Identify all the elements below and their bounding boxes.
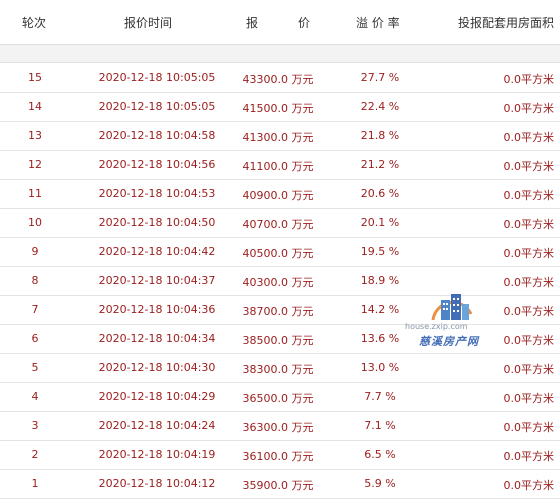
cell-price: 40900.0 万元 (242, 189, 314, 202)
cell-bid-time: 2020-12-18 10:04:19 (98, 448, 216, 461)
cell-premium-rate: 7.1 % (364, 419, 396, 432)
cell-bid-time: 2020-12-18 10:04:50 (98, 216, 216, 229)
cell-price: 38500.0 万元 (242, 334, 314, 347)
header-price-right: 价 (298, 16, 311, 30)
watermark-url: house.zxip.com (405, 322, 468, 331)
cell-premium-rate: 27.7 % (360, 71, 400, 84)
cell-supporting-area: 0.0平方米 (503, 450, 555, 463)
table-row: 13 2020-12-18 10:04:58 41300.0 万元 21.8 % 0.0… (0, 121, 560, 151)
table-row: 9 2020-12-18 10:04:42 40500.0 万元 19.5 % 0.0平… (0, 237, 560, 267)
cell-supporting-area: 0.0平方米 (503, 363, 555, 376)
cell-price: 38700.0 万元 (242, 305, 314, 318)
cell-price: 41500.0 万元 (242, 102, 314, 115)
cell-premium-rate: 21.8 % (360, 129, 400, 142)
cell-round: 11 (28, 187, 42, 200)
cell-bid-time: 2020-12-18 10:04:29 (98, 390, 216, 403)
cell-premium-rate: 20.1 % (360, 216, 400, 229)
building-logo-icon (431, 294, 473, 321)
table-row: 15 2020-12-18 10:05:05 43300.0 万元 27.7 % 0.0… (0, 63, 560, 93)
cell-price: 40500.0 万元 (242, 247, 314, 260)
cell-bid-time: 2020-12-18 10:05:05 (98, 71, 216, 84)
cell-round: 14 (28, 100, 42, 113)
table-row: 3 2020-12-18 10:04:24 36300.0 万元 7.1 % 0.0平方… (0, 411, 560, 441)
table-row: 2 2020-12-18 10:04:19 36100.0 万元 6.5 % 0.0平方… (0, 440, 560, 470)
table-row: 10 2020-12-18 10:04:50 40700.0 万元 20.1 % 0.0… (0, 208, 560, 238)
cell-bid-time: 2020-12-18 10:04:36 (98, 303, 216, 316)
cell-bid-time: 2020-12-18 10:04:30 (98, 361, 216, 374)
cell-supporting-area: 0.0平方米 (503, 160, 555, 173)
cell-supporting-area: 0.0平方米 (503, 421, 555, 434)
table-row: 4 2020-12-18 10:04:29 36500.0 万元 7.7 % 0.0平方… (0, 382, 560, 412)
cell-supporting-area: 0.0平方米 (503, 131, 555, 144)
cell-price: 40300.0 万元 (242, 276, 314, 289)
cell-premium-rate: 18.9 % (360, 274, 400, 287)
cell-premium-rate: 20.6 % (360, 187, 400, 200)
cell-round: 2 (31, 448, 39, 461)
table-row: 12 2020-12-18 10:04:56 41100.0 万元 21.2 % 0.0… (0, 150, 560, 180)
header-price-left: 报 (246, 16, 259, 30)
cell-supporting-area: 0.0平方米 (503, 479, 555, 492)
header-bid-time: 报价时间 (124, 16, 173, 30)
cell-supporting-area: 0.0平方米 (503, 189, 555, 202)
cell-round: 12 (28, 158, 42, 171)
cell-supporting-area: 0.0平方米 (503, 392, 555, 405)
cell-premium-rate: 22.4 % (360, 100, 400, 113)
cell-price: 38300.0 万元 (242, 363, 314, 376)
header-spacer-band (0, 45, 560, 63)
cell-round: 7 (31, 303, 39, 316)
cell-round: 9 (31, 245, 39, 258)
cell-supporting-area: 0.0平方米 (503, 247, 555, 260)
bid-table-header: 轮次 报价时间 报 价 溢 价 率 投报配套用房面积 (0, 0, 560, 44)
cell-bid-time: 2020-12-18 10:04:12 (98, 477, 216, 490)
cell-premium-rate: 19.5 % (360, 245, 400, 258)
cell-premium-rate: 13.0 % (360, 361, 400, 374)
cell-bid-time: 2020-12-18 10:04:24 (98, 419, 216, 432)
table-row: 1 2020-12-18 10:04:12 35900.0 万元 5.9 % 0.0平方… (0, 469, 560, 499)
watermark-site-name: 慈溪房产网 (419, 335, 479, 348)
cell-bid-time: 2020-12-18 10:04:37 (98, 274, 216, 287)
site-watermark: house.zxip.com 慈溪房产网 (405, 290, 495, 360)
cell-premium-rate: 5.9 % (364, 477, 396, 490)
header-supporting-area: 投报配套用房面积 (458, 16, 555, 30)
cell-round: 15 (28, 71, 42, 84)
cell-supporting-area: 0.0平方米 (503, 218, 555, 231)
cell-supporting-area: 0.0平方米 (503, 102, 555, 115)
cell-round: 13 (28, 129, 42, 142)
table-row: 11 2020-12-18 10:04:53 40900.0 万元 20.6 % 0.0… (0, 179, 560, 209)
cell-round: 1 (31, 477, 39, 490)
cell-bid-time: 2020-12-18 10:04:34 (98, 332, 216, 345)
cell-premium-rate: 21.2 % (360, 158, 400, 171)
cell-bid-time: 2020-12-18 10:04:56 (98, 158, 216, 171)
cell-supporting-area: 0.0平方米 (503, 73, 555, 86)
cell-round: 6 (31, 332, 39, 345)
cell-price: 43300.0 万元 (242, 73, 314, 86)
cell-round: 5 (31, 361, 39, 374)
cell-price: 35900.0 万元 (242, 479, 314, 492)
cell-round: 8 (31, 274, 39, 287)
cell-price: 41100.0 万元 (242, 160, 314, 173)
table-row: 14 2020-12-18 10:05:05 41500.0 万元 22.4 % 0.0… (0, 92, 560, 122)
cell-price: 36500.0 万元 (242, 392, 314, 405)
cell-round: 3 (31, 419, 39, 432)
cell-price: 36100.0 万元 (242, 450, 314, 463)
cell-premium-rate: 6.5 % (364, 448, 396, 461)
cell-bid-time: 2020-12-18 10:04:58 (98, 129, 216, 142)
cell-round: 4 (31, 390, 39, 403)
cell-bid-time: 2020-12-18 10:05:05 (98, 100, 216, 113)
cell-price: 40700.0 万元 (242, 218, 314, 231)
cell-price: 41300.0 万元 (242, 131, 314, 144)
cell-premium-rate: 7.7 % (364, 390, 396, 403)
cell-round: 10 (28, 216, 42, 229)
cell-price: 36300.0 万元 (242, 421, 314, 434)
header-round: 轮次 (22, 16, 47, 30)
cell-bid-time: 2020-12-18 10:04:42 (98, 245, 216, 258)
cell-bid-time: 2020-12-18 10:04:53 (98, 187, 216, 200)
header-premium-rate: 溢 价 率 (356, 16, 400, 30)
cell-supporting-area: 0.0平方米 (503, 276, 555, 289)
